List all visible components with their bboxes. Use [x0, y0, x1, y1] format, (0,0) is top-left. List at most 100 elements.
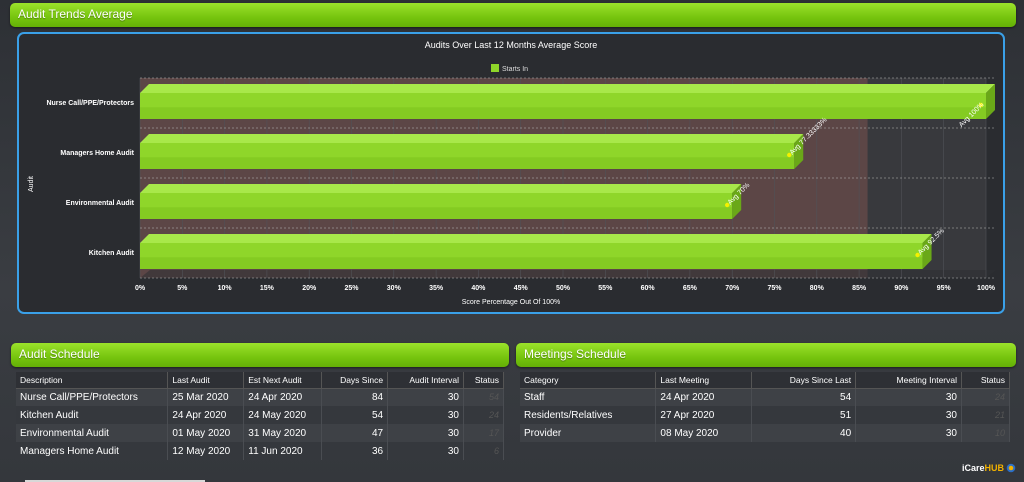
- x-tick-label: 50%: [556, 285, 571, 292]
- bar-shade: [140, 157, 795, 169]
- status-cell: 54: [463, 388, 505, 406]
- table-row[interactable]: Residents/Relatives 27 Apr 2020 51 30 21: [520, 406, 1010, 424]
- meetings-schedule-title: Meetings Schedule: [524, 347, 627, 361]
- logo-text-part1: iCare: [962, 463, 985, 473]
- table-row[interactable]: Provider 08 May 2020 40 30 10: [520, 424, 1010, 442]
- last-meeting-cell: 24 Apr 2020: [655, 388, 753, 406]
- column-header[interactable]: Status: [463, 372, 505, 389]
- days-since-cell: 36: [321, 442, 389, 460]
- status-cell: 10: [961, 424, 1010, 442]
- legend-swatch: [491, 64, 499, 72]
- column-header[interactable]: Category: [520, 372, 657, 389]
- bar-shade: [140, 107, 986, 119]
- table-row[interactable]: Staff 24 Apr 2020 54 30 24: [520, 388, 1010, 406]
- next-audit-cell: 24 May 2020: [243, 406, 323, 424]
- audit-schedule-title: Audit Schedule: [19, 347, 100, 361]
- interval-cell: 30: [387, 442, 464, 460]
- column-header[interactable]: Status: [961, 372, 1010, 389]
- category-cell: Staff: [520, 388, 657, 406]
- table-header-row: Description Last Audit Est Next Audit Da…: [16, 372, 505, 389]
- x-tick-label: 5%: [177, 285, 188, 292]
- days-since-cell: 54: [751, 388, 857, 406]
- bar-top: [140, 184, 742, 193]
- chart-title: Audits Over Last 12 Months Average Score: [425, 40, 597, 50]
- status-cell: 24: [463, 406, 505, 424]
- column-header[interactable]: Audit Interval: [387, 372, 464, 389]
- logo-text-part2: HUB: [984, 463, 1005, 473]
- description-cell: Environmental Audit: [16, 424, 169, 442]
- description-cell: Nurse Call/PPE/Protectors: [16, 388, 169, 406]
- interval-cell: 30: [855, 388, 962, 406]
- x-tick-label: 55%: [598, 285, 613, 292]
- bar-top: [140, 234, 932, 243]
- x-tick-label: 60%: [641, 285, 656, 292]
- icarehub-logo: iCare HUB: [962, 460, 1016, 476]
- description-cell: Managers Home Audit: [16, 442, 169, 460]
- table-row[interactable]: Environmental Audit 01 May 2020 31 May 2…: [16, 424, 505, 442]
- column-header[interactable]: Est Next Audit: [243, 372, 323, 389]
- x-tick-label: 25%: [344, 285, 359, 292]
- x-tick-label: 95%: [937, 285, 952, 292]
- last-audit-cell: 12 May 2020: [167, 442, 245, 460]
- category-cell: Provider: [520, 424, 657, 442]
- interval-cell: 30: [387, 424, 464, 442]
- interval-cell: 30: [387, 388, 464, 406]
- category-cell: Residents/Relatives: [520, 406, 657, 424]
- x-tick-label: 90%: [894, 285, 909, 292]
- column-header[interactable]: Meeting Interval: [855, 372, 962, 389]
- x-tick-label: 20%: [302, 285, 317, 292]
- category-label: Environmental Audit: [66, 200, 135, 207]
- bar-shade: [140, 257, 923, 269]
- interval-cell: 30: [387, 406, 464, 424]
- x-tick-label: 0%: [135, 285, 146, 292]
- bar-shade: [140, 207, 733, 219]
- description-cell: Kitchen Audit: [16, 406, 169, 424]
- days-since-cell: 51: [751, 406, 857, 424]
- y-axis-title: Audit: [28, 176, 35, 192]
- table-header-row: Category Last Meeting Days Since Last Me…: [520, 372, 1010, 389]
- audit-schedule-header: Audit Schedule: [11, 343, 509, 367]
- status-cell: 17: [463, 424, 505, 442]
- category-label: Kitchen Audit: [89, 250, 135, 257]
- bar-top: [140, 134, 804, 143]
- x-tick-label: 70%: [725, 285, 740, 292]
- plot-floor: [140, 270, 996, 278]
- x-tick-label: 10%: [218, 285, 233, 292]
- column-header[interactable]: Last Meeting: [655, 372, 753, 389]
- x-tick-label: 45%: [514, 285, 529, 292]
- status-cell: 21: [961, 406, 1010, 424]
- next-audit-cell: 11 Jun 2020: [243, 442, 323, 460]
- next-audit-cell: 24 Apr 2020: [243, 388, 323, 406]
- table-row[interactable]: Managers Home Audit 12 May 2020 11 Jun 2…: [16, 442, 505, 460]
- last-audit-cell: 25 Mar 2020: [167, 388, 245, 406]
- days-since-cell: 84: [321, 388, 389, 406]
- days-since-cell: 54: [321, 406, 389, 424]
- next-audit-cell: 31 May 2020: [243, 424, 323, 442]
- x-tick-label: 75%: [767, 285, 782, 292]
- last-meeting-cell: 27 Apr 2020: [655, 406, 753, 424]
- status-cell: 24: [961, 388, 1010, 406]
- last-audit-cell: 01 May 2020: [167, 424, 245, 442]
- audit-trends-header: Audit Trends Average: [10, 3, 1016, 27]
- chart-svg: Audits Over Last 12 Months Average Score…: [28, 40, 996, 306]
- interval-cell: 30: [855, 424, 962, 442]
- table-row[interactable]: Kitchen Audit 24 Apr 2020 24 May 2020 54…: [16, 406, 505, 424]
- x-tick-label: 15%: [260, 285, 275, 292]
- x-tick-label: 85%: [852, 285, 867, 292]
- meetings-schedule-header: Meetings Schedule: [516, 343, 1016, 367]
- last-meeting-cell: 08 May 2020: [655, 424, 753, 442]
- x-tick-label: 100%: [977, 285, 996, 292]
- audit-trends-chart: Audits Over Last 12 Months Average Score…: [17, 32, 1005, 314]
- column-header[interactable]: Days Since: [321, 372, 389, 389]
- x-axis-title: Score Percentage Out Of 100%: [462, 299, 560, 306]
- column-header[interactable]: Description: [16, 372, 169, 389]
- x-tick-label: 65%: [683, 285, 698, 292]
- category-label: Nurse Call/PPE/Protectors: [46, 100, 134, 107]
- column-header[interactable]: Days Since Last: [751, 372, 857, 389]
- x-tick-label: 80%: [810, 285, 825, 292]
- last-audit-cell: 24 Apr 2020: [167, 406, 245, 424]
- x-tick-label: 30%: [387, 285, 402, 292]
- column-header[interactable]: Last Audit: [167, 372, 245, 389]
- table-row[interactable]: Nurse Call/PPE/Protectors 25 Mar 2020 24…: [16, 388, 505, 406]
- audit-schedule-table: Description Last Audit Est Next Audit Da…: [16, 372, 505, 460]
